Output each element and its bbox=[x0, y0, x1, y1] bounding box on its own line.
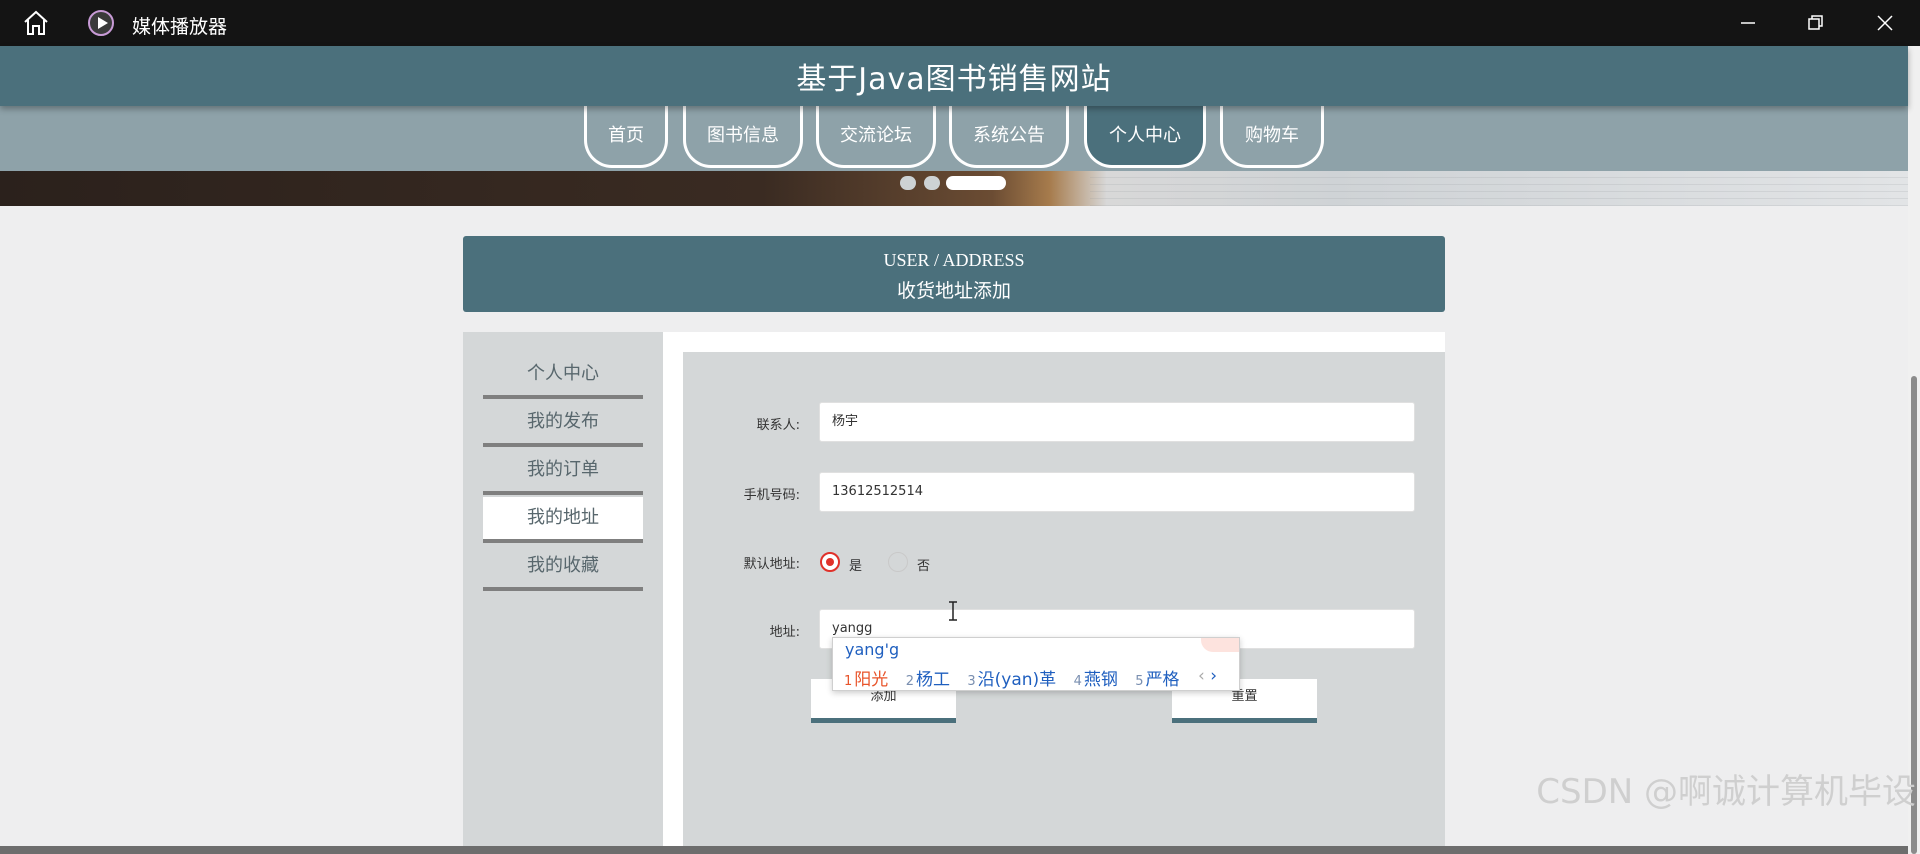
page-scrollbar[interactable] bbox=[1908, 46, 1920, 854]
nav-home[interactable]: 首页 bbox=[584, 106, 668, 168]
minimize-icon[interactable] bbox=[1733, 8, 1763, 38]
default-no-radio[interactable] bbox=[888, 552, 908, 572]
maximize-icon[interactable] bbox=[1800, 8, 1830, 38]
bottom-edge bbox=[0, 846, 1908, 854]
nav-cart[interactable]: 购物车 bbox=[1220, 106, 1324, 168]
ime-composition: yang'g bbox=[845, 640, 900, 659]
ime-candidate[interactable]: 5 严格 bbox=[1135, 670, 1179, 690]
ime-candidate[interactable]: 1 阳光 bbox=[844, 670, 888, 690]
ime-candidate[interactable]: 4 燕钢 bbox=[1074, 670, 1118, 690]
default-address-label: 默认地址: bbox=[743, 557, 800, 572]
ime-prev-icon[interactable]: ‹ bbox=[1198, 666, 1205, 686]
sidebar-item-my-posts[interactable]: 我的发布 bbox=[483, 401, 643, 447]
default-yes-radio[interactable] bbox=[820, 552, 840, 572]
nav-forum[interactable]: 交流论坛 bbox=[816, 106, 936, 168]
ime-candidate[interactable]: 3 沿(yan)革 bbox=[967, 670, 1056, 690]
address-label: 地址: bbox=[769, 625, 800, 640]
nav-book-info[interactable]: 图书信息 bbox=[683, 106, 803, 168]
sidebar-item-my-address[interactable]: 我的地址 bbox=[483, 497, 643, 543]
phone-input[interactable]: 13612512514 bbox=[819, 472, 1415, 512]
section-title-cn: 收货地址添加 bbox=[896, 281, 1011, 302]
site-title: 基于Java图书销售网站 bbox=[796, 62, 1112, 97]
ime-candidate-list: 1 阳光 2 杨工 3 沿(yan)革 4 燕钢 5 严格 bbox=[844, 665, 1192, 690]
user-sidebar: 个人中心 我的发布 我的订单 我的地址 我的收藏 bbox=[463, 332, 663, 854]
carousel-dot[interactable] bbox=[924, 176, 940, 190]
default-yes-label: 是 bbox=[849, 559, 863, 574]
ime-next-icon[interactable]: › bbox=[1210, 666, 1217, 686]
nav-announcements[interactable]: 系统公告 bbox=[949, 106, 1069, 168]
carousel-dot[interactable] bbox=[900, 176, 916, 190]
watermark: CSDN @啊诚计算机毕设 bbox=[1536, 772, 1916, 812]
section-header: USER / ADDRESS 收货地址添加 bbox=[463, 236, 1445, 312]
carousel-dot-active[interactable] bbox=[946, 176, 1006, 190]
home-icon[interactable] bbox=[22, 10, 50, 36]
close-icon[interactable] bbox=[1870, 8, 1900, 38]
nav-user-center[interactable]: 个人中心 bbox=[1084, 106, 1206, 168]
ime-page-arrows: ‹ › bbox=[1198, 666, 1217, 686]
window-title-bar: 媒体播放器 bbox=[0, 0, 1920, 46]
media-player-icon bbox=[88, 10, 114, 36]
contact-label: 联系人: bbox=[756, 418, 800, 433]
ime-candidate-popup: yang'g 1 阳光 2 杨工 3 沿(yan)革 4 燕钢 5 严格 ‹ › bbox=[832, 637, 1240, 691]
main-panel-border bbox=[663, 332, 1445, 352]
main-nav: 首页 图书信息 交流论坛 系统公告 个人中心 购物车 bbox=[0, 106, 1908, 171]
main-panel-border bbox=[663, 332, 683, 854]
site-header: 基于Java图书销售网站 bbox=[0, 46, 1908, 106]
sidebar-item-user-center[interactable]: 个人中心 bbox=[483, 353, 643, 399]
default-no-label: 否 bbox=[917, 559, 931, 574]
phone-label: 手机号码: bbox=[743, 488, 800, 503]
app-title: 媒体播放器 bbox=[132, 16, 228, 38]
text-cursor-icon bbox=[949, 601, 957, 621]
ime-candidate[interactable]: 2 杨工 bbox=[906, 670, 950, 690]
ime-logo-icon bbox=[1201, 638, 1239, 652]
sidebar-item-my-favorites[interactable]: 我的收藏 bbox=[483, 545, 643, 591]
sidebar-item-my-orders[interactable]: 我的订单 bbox=[483, 449, 643, 495]
banner-image bbox=[1090, 171, 1908, 206]
section-title-en: USER / ADDRESS bbox=[883, 250, 1025, 270]
contact-input[interactable]: 杨宇 bbox=[819, 402, 1415, 442]
